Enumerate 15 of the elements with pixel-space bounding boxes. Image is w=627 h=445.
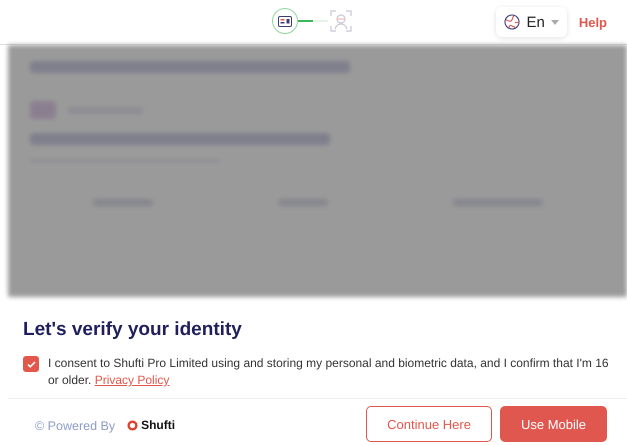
- help-link[interactable]: Help: [578, 14, 607, 30]
- consent-checkbox[interactable]: [23, 356, 39, 372]
- use-mobile-button[interactable]: Use Mobile: [500, 406, 607, 442]
- sheet-title: Let's verify your identity: [23, 319, 243, 341]
- privacy-policy-link[interactable]: Privacy Policy: [94, 373, 170, 387]
- powered-by-text: © Powered By: [35, 419, 116, 433]
- consent-text: I consent to Shufti Pro Limited using and storing my personal and biometric data, and I confirm that I'm 16 or older. Privacy Policy: [48, 355, 610, 389]
- caret-icon: [550, 20, 559, 24]
- language-selector[interactable]: En: [496, 7, 567, 37]
- ring-logo-icon: [127, 420, 138, 430]
- check-icon: [26, 360, 36, 368]
- brand-name: Shufti: [141, 418, 176, 432]
- globe-icon: [504, 14, 520, 30]
- id-card-icon: [278, 16, 292, 26]
- continue-button[interactable]: Continue Here: [366, 406, 492, 442]
